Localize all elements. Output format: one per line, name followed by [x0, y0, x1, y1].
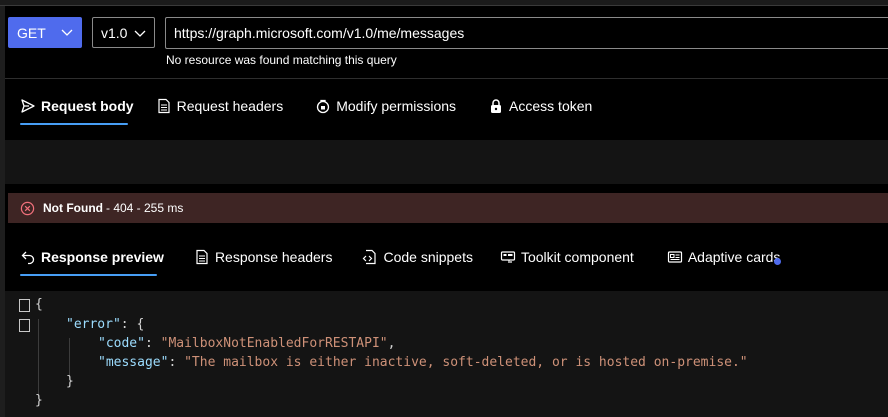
json-punct: ,	[387, 336, 396, 351]
card-icon	[667, 251, 682, 263]
fold-toggle-icon[interactable]	[19, 319, 30, 332]
chevron-down-icon	[61, 29, 73, 36]
indent-guide	[38, 319, 39, 395]
tab-request-body[interactable]: Request body	[20, 98, 134, 125]
shield-lock-icon	[317, 99, 330, 114]
tab-label: Modify permissions	[336, 98, 457, 114]
json-string: "MailboxNotEnabledForRESTAPI"	[160, 336, 388, 351]
http-method-dropdown[interactable]: GET	[8, 17, 82, 48]
json-key: "code"	[98, 336, 145, 351]
toolkit-icon	[500, 251, 516, 263]
tab-modify-permissions[interactable]: Modify permissions	[315, 98, 456, 114]
code-document-icon	[363, 249, 377, 265]
request-tabs: Request body Request headers Modify perm…	[20, 92, 592, 125]
tab-label: Request headers	[176, 98, 284, 114]
tab-label: Code snippets	[383, 249, 473, 265]
tab-label: Response preview	[41, 249, 164, 265]
divider	[5, 78, 888, 79]
top-strip	[0, 0, 888, 6]
response-preview-editor[interactable]: { "error": { "code": "MailboxNotEnabledF…	[5, 291, 888, 417]
url-value: https://graph.microsoft.com/v1.0/me/mess…	[174, 25, 465, 41]
json-string: "The mailbox is either inactive, soft-de…	[184, 355, 748, 370]
json-key: "error"	[66, 317, 121, 332]
url-input[interactable]: https://graph.microsoft.com/v1.0/me/mess…	[165, 17, 888, 49]
notification-dot	[774, 258, 781, 265]
send-icon	[21, 99, 35, 113]
version-value: v1.0	[101, 24, 128, 41]
response-tabs: Response preview Response headers Code s…	[20, 243, 781, 276]
json-punct: : {	[120, 317, 145, 332]
json-punct: :	[168, 355, 185, 370]
tab-access-token[interactable]: Access token	[488, 98, 592, 114]
tab-adaptive-cards[interactable]: Adaptive cards	[667, 249, 781, 265]
document-icon	[196, 249, 208, 265]
http-method-value: GET	[17, 24, 46, 41]
indent-guide	[69, 338, 70, 376]
json-line: "code": "MailboxNotEnabledForRESTAPI",	[98, 334, 395, 353]
tab-response-headers[interactable]: Response headers	[194, 249, 333, 265]
request-body-editor[interactable]	[5, 140, 888, 184]
tab-toolkit-component[interactable]: Toolkit component	[500, 249, 634, 265]
json-line: }	[35, 391, 43, 410]
document-icon	[157, 98, 170, 114]
lock-icon	[491, 99, 502, 113]
tab-code-snippets[interactable]: Code snippets	[362, 249, 473, 265]
error-circle-icon	[20, 201, 35, 215]
url-validation-message: No resource was found matching this quer…	[166, 53, 397, 67]
tab-label: Adaptive cards	[687, 249, 781, 265]
version-dropdown[interactable]: v1.0	[92, 17, 155, 48]
json-line: "message": "The mailbox is either inacti…	[98, 353, 748, 372]
tab-response-preview[interactable]: Response preview	[20, 249, 164, 276]
json-punct: :	[144, 336, 161, 351]
status-label: Not Found	[43, 201, 103, 215]
tab-label: Request body	[41, 98, 134, 114]
tab-label: Toolkit component	[520, 249, 634, 265]
tab-label: Response headers	[214, 249, 333, 265]
json-brace: }	[66, 374, 74, 389]
status-message-bar: Not Found - 404 - 255 ms	[8, 193, 888, 223]
fold-toggle-icon[interactable]	[19, 299, 30, 312]
json-line: "error": {	[66, 315, 144, 334]
chevron-down-icon	[134, 30, 146, 37]
tab-label: Access token	[509, 98, 593, 114]
json-brace: }	[35, 393, 43, 408]
tab-request-headers[interactable]: Request headers	[156, 98, 284, 114]
json-brace: {	[35, 297, 43, 312]
arrow-undo-icon	[21, 251, 35, 265]
json-line: {	[35, 295, 43, 314]
status-detail: - 404 - 255 ms	[105, 201, 184, 215]
json-key: "message"	[98, 355, 169, 370]
json-line: }	[66, 372, 74, 391]
